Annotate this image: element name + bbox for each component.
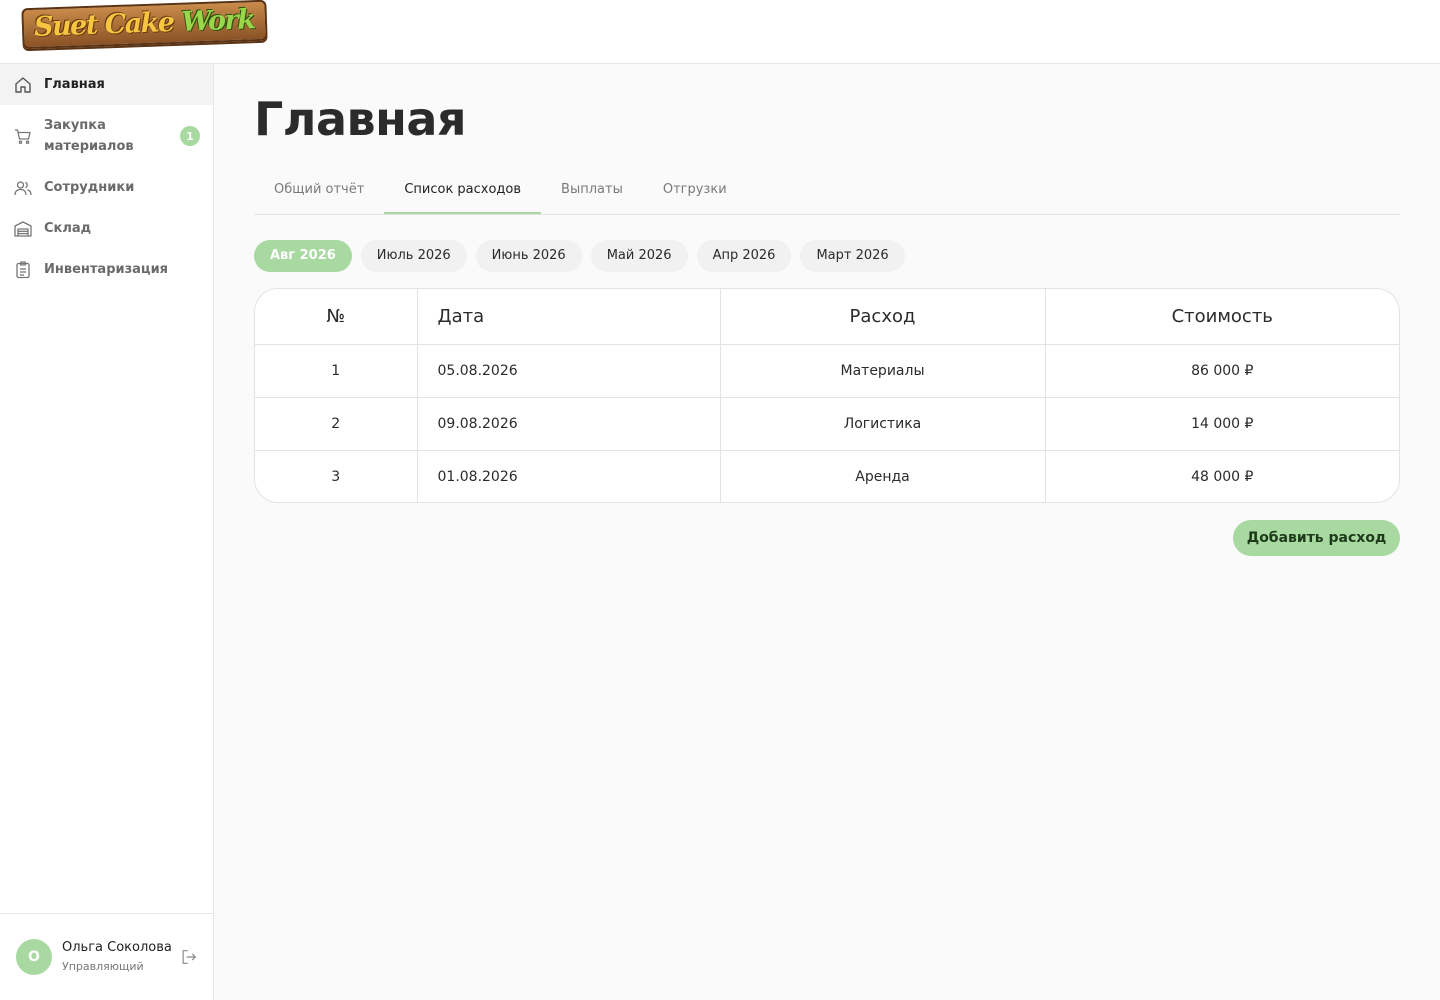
cell-expense: Аренда [719, 450, 1045, 502]
avatar[interactable]: О [16, 939, 52, 975]
cell-number: 3 [331, 468, 341, 485]
month-chip-aug-2026[interactable]: Авг 2026 [254, 240, 352, 272]
sidebar-item-label: Главная [44, 77, 105, 92]
user-panel: О Ольга Соколова Управляющий [0, 913, 213, 1000]
tab-shipments[interactable]: Отгрузки [643, 168, 747, 214]
month-chip-may-2026[interactable]: Май 2026 [590, 240, 688, 272]
logout-button[interactable] [178, 946, 200, 968]
column-header-number[interactable]: № [255, 289, 417, 345]
month-chip-jul-2026[interactable]: Июль 2026 [360, 240, 467, 272]
user-info: Ольга Соколова Управляющий [62, 939, 174, 975]
cell-cost: 48 000 ₽ [1044, 450, 1399, 502]
sidebar: Главная Закупка материалов 1 Сотрудники … [0, 64, 214, 1000]
notification-badge: 1 [180, 126, 200, 146]
cell-expense: Логистика [719, 397, 1045, 451]
sidebar-item-label: Склад [44, 221, 92, 236]
cart-icon [13, 126, 33, 146]
month-chip-mar-2026[interactable]: Март 2026 [800, 240, 905, 272]
column-header-expense[interactable]: Расход [719, 289, 1045, 345]
table-row[interactable]: 1 05.08.2026 Материалы 86 000 ₽ [255, 344, 1399, 398]
users-icon [13, 178, 33, 198]
sidebar-item-label: Сотрудники [44, 180, 135, 195]
tab-bar: Общий отчёт Список расходов Выплаты Отгр… [254, 168, 1400, 215]
user-name: Ольга Соколова [62, 940, 172, 955]
cell-date: 05.08.2026 [416, 344, 720, 398]
sidebar-item-employees[interactable]: Сотрудники [0, 167, 213, 208]
sidebar-item-label: Закупка материалов [44, 118, 134, 154]
cell-number: 1 [255, 344, 417, 398]
cell-date: 01.08.2026 [416, 450, 720, 502]
cell-number: 2 [255, 397, 417, 451]
sidebar-item-home[interactable]: Главная [0, 64, 213, 105]
sidebar-item-warehouse[interactable]: Склад [0, 208, 213, 249]
tab-expense-list[interactable]: Список расходов [384, 168, 542, 214]
tab-payouts[interactable]: Выплаты [541, 168, 643, 214]
column-header-cost[interactable]: Стоимость [1044, 289, 1399, 345]
brand-logo[interactable]: Suet Cake Work [21, 0, 268, 49]
month-chip-jun-2026[interactable]: Июнь 2026 [475, 240, 582, 272]
cell-date: 09.08.2026 [416, 397, 720, 451]
logout-icon [180, 948, 198, 966]
expenses-table-grid: № Дата Расход Стоимость 1 05.08.2026 Мат… [255, 289, 1399, 502]
logo-plank: Suet Cake Work [21, 0, 268, 49]
tab-general-report[interactable]: Общий отчёт [254, 168, 384, 214]
user-role: Управляющий [62, 960, 144, 973]
month-filter: Авг 2026 Июль 2026 Июнь 2026 Май 2026 Ап… [254, 240, 914, 272]
table-row[interactable]: 3 01.08.2026 Аренда 48 000 ₽ [255, 450, 1399, 502]
month-chip-apr-2026[interactable]: Апр 2026 [696, 240, 792, 272]
logo-text: Suet Cake Work [33, 3, 255, 43]
home-icon [13, 75, 33, 95]
sidebar-item-purchases[interactable]: Закупка материалов 1 [0, 105, 213, 167]
table-header-row: № Дата Расход Стоимость [255, 289, 1399, 345]
add-expense-button[interactable]: Добавить расход [1233, 520, 1400, 556]
top-header: Suet Cake Work [0, 0, 1440, 64]
warehouse-icon [13, 219, 33, 239]
sidebar-item-inventory[interactable]: Инвентаризация [0, 249, 213, 290]
cell-expense: Материалы [719, 344, 1045, 398]
sidebar-item-label: Инвентаризация [44, 262, 169, 277]
column-header-date[interactable]: Дата [416, 289, 720, 345]
cell-cost: 86 000 ₽ [1044, 344, 1399, 398]
expenses-table: № Дата Расход Стоимость 1 05.08.2026 Мат… [254, 288, 1400, 503]
cell-cost: 14 000 ₽ [1044, 397, 1399, 451]
table-row[interactable]: 2 09.08.2026 Логистика 14 000 ₽ [255, 397, 1399, 451]
clipboard-icon [13, 260, 33, 280]
page-title: Главная [254, 92, 467, 146]
